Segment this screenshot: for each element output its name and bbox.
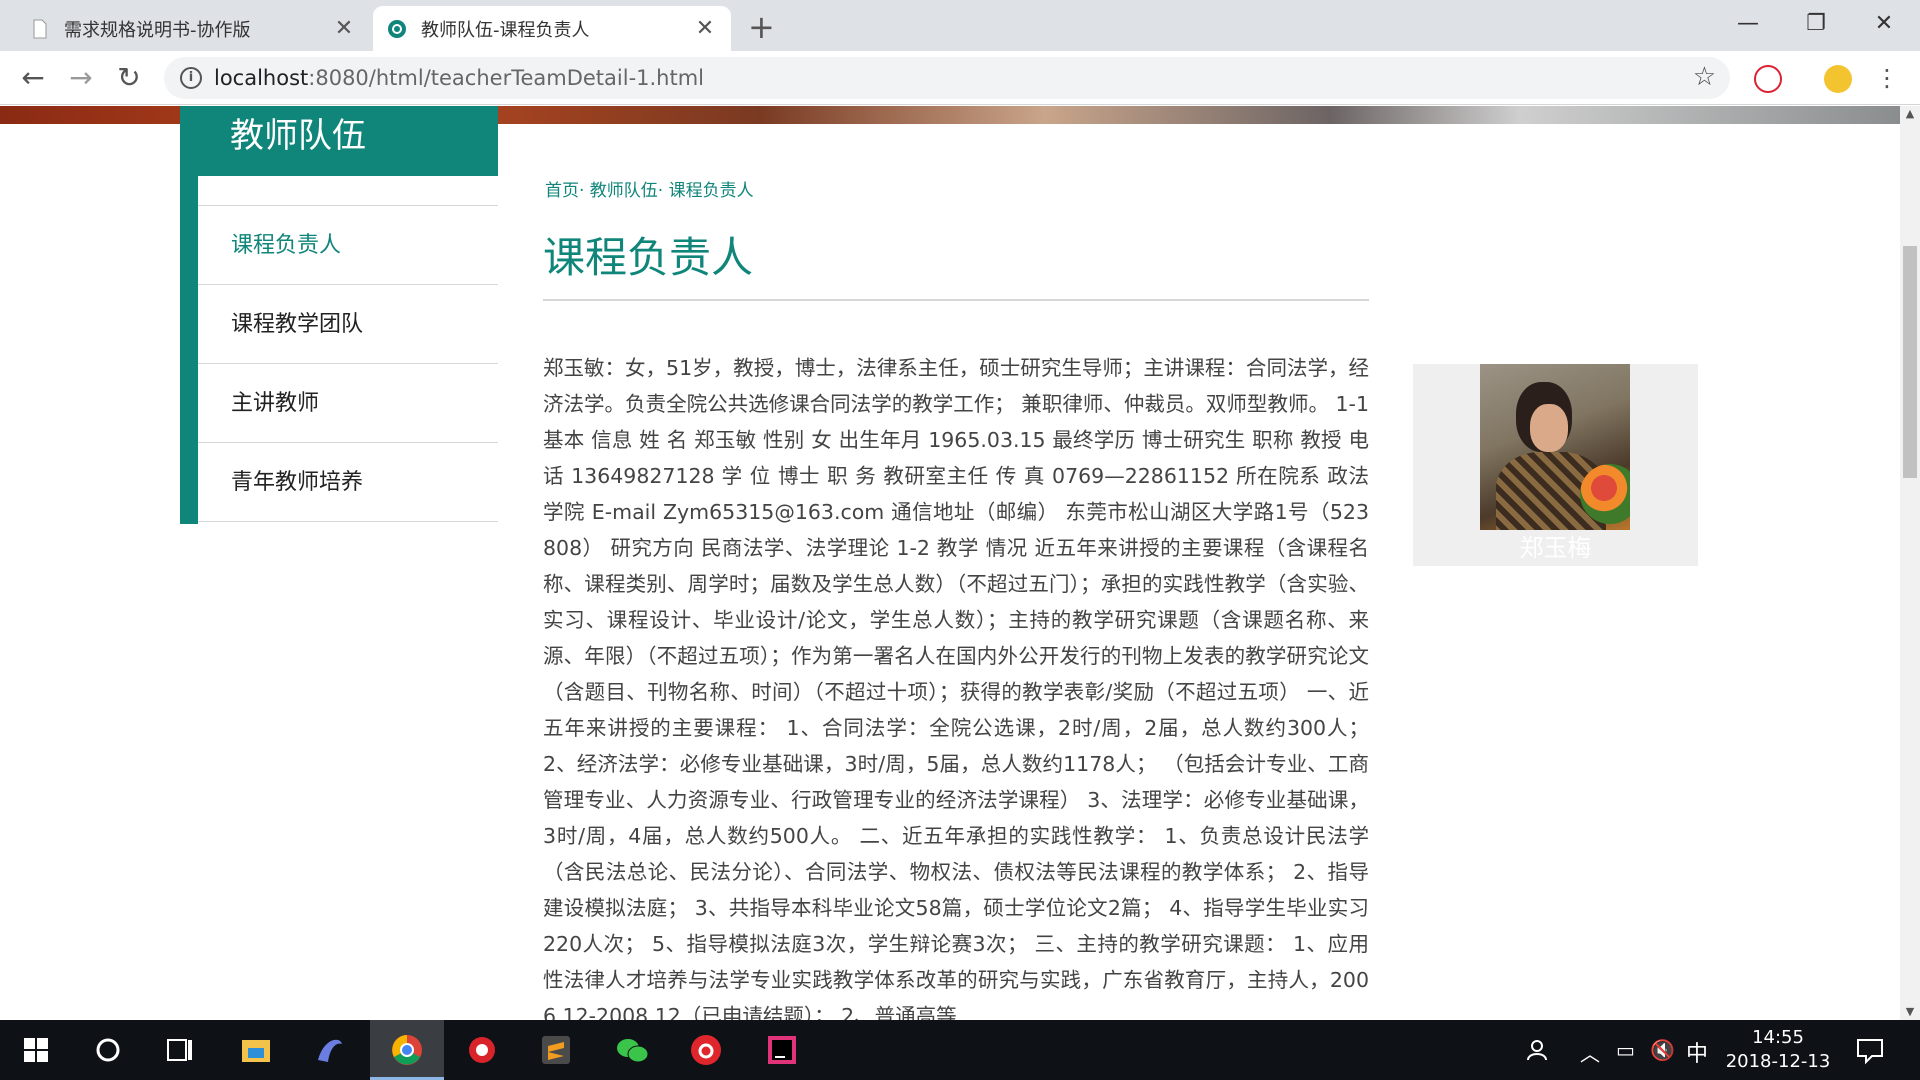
cortana-search-icon[interactable] [88, 1030, 128, 1070]
page-scrollbar[interactable]: ▲ ▼ [1900, 106, 1920, 1020]
breadcrumb[interactable]: 首页· 教师队伍· 课程负责人 [545, 176, 754, 201]
file-explorer-icon[interactable] [236, 1030, 276, 1070]
scrollbar-thumb[interactable] [1903, 246, 1917, 478]
teacher-photo-card: 郑玉梅 [1413, 364, 1698, 566]
sidebar: 教师队伍 课程负责人 课程教学团队 主讲教师 青年教师培养 [180, 106, 498, 524]
sidebar-item-lecturers[interactable]: 主讲教师 [198, 364, 498, 443]
page-viewport: 教师队伍 课程负责人 课程教学团队 主讲教师 青年教师培养 首页· 教师队伍· … [0, 106, 1900, 1020]
browser-tab-requirements[interactable]: 需求规格说明书-协作版 ✕ [16, 6, 370, 51]
people-icon[interactable] [1520, 1030, 1560, 1070]
close-tab-icon[interactable]: ✕ [693, 16, 717, 41]
chrome-icon[interactable] [387, 1030, 427, 1070]
sidebar-item-course-leader[interactable]: 课程负责人 [198, 206, 498, 285]
site-info-icon[interactable]: i [180, 67, 202, 89]
task-view-icon[interactable] [160, 1030, 200, 1070]
snail-app-icon[interactable] [462, 1030, 502, 1070]
show-hidden-icons-chevron-icon[interactable]: ︿ [1580, 1038, 1600, 1067]
menu-kebab-icon[interactable]: ⋮ [1868, 59, 1906, 97]
sidebar-item-young-teachers[interactable]: 青年教师培养 [198, 443, 498, 522]
address-bar[interactable]: i localhost:8080/html/teacherTeamDetail-… [164, 57, 1730, 99]
netease-music-icon[interactable] [686, 1030, 726, 1070]
site-favicon-icon [388, 19, 406, 38]
volume-muted-icon[interactable]: 🔇 [1650, 1038, 1675, 1062]
windows-taskbar: ︿ ▭ 🔇 中 14:55 2018-12-13 [0, 1020, 1920, 1080]
sidebar-item-teaching-team[interactable]: 课程教学团队 [198, 285, 498, 364]
browser-tab-strip: 需求规格说明书-协作版 ✕ 教师队伍-课程负责人 ✕ + — ❐ ✕ [0, 0, 1920, 51]
back-icon[interactable]: ← [14, 59, 52, 97]
close-window-icon[interactable]: ✕ [1854, 4, 1914, 44]
sublime-text-icon[interactable] [536, 1030, 576, 1070]
tab-title: 教师队伍-课程负责人 [421, 19, 590, 41]
profile-avatar-icon[interactable] [1824, 65, 1852, 93]
sidebar-menu: 课程负责人 课程教学团队 主讲教师 青年教师培养 [198, 176, 498, 522]
teacher-photo [1480, 364, 1630, 530]
teacher-name-caption: 郑玉梅 [1519, 534, 1592, 562]
dolphin-app-icon[interactable] [310, 1030, 350, 1070]
sidebar-heading: 教师队伍 [180, 106, 498, 176]
url-host: localhost [214, 66, 309, 90]
close-tab-icon[interactable]: ✕ [332, 16, 356, 41]
browser-tab-teacher[interactable]: 教师队伍-课程负责人 ✕ [373, 6, 731, 51]
url-text[interactable]: localhost:8080/html/teacherTeamDetail-1.… [214, 66, 704, 90]
minimize-icon[interactable]: — [1718, 4, 1778, 44]
clock-date: 2018-12-13 [1725, 1051, 1831, 1072]
wechat-icon[interactable] [612, 1030, 652, 1070]
intellij-idea-icon[interactable] [762, 1030, 802, 1070]
teacher-bio-text: 郑玉敏：女，51岁，教授，博士，法律系主任，硕士研究生导师；主讲课程：合同法学，… [543, 356, 1369, 1020]
forward-icon[interactable]: → [62, 59, 100, 97]
system-clock[interactable]: 14:55 2018-12-13 [1718, 1026, 1838, 1074]
scroll-down-icon[interactable]: ▼ [1900, 1004, 1920, 1020]
scroll-up-icon[interactable]: ▲ [1900, 106, 1920, 122]
document-icon [33, 19, 47, 38]
reload-icon[interactable]: ↻ [110, 59, 148, 97]
sidebar-accent-bar [180, 176, 198, 524]
battery-icon[interactable]: ▭ [1616, 1038, 1635, 1062]
bookmark-star-icon[interactable]: ☆ [1693, 62, 1716, 92]
action-center-icon[interactable] [1850, 1030, 1890, 1070]
title-divider [543, 299, 1369, 301]
windows-start-icon[interactable] [16, 1030, 56, 1070]
restore-icon[interactable]: ❐ [1786, 4, 1846, 44]
extension-video-icon[interactable] [1754, 65, 1782, 93]
browser-toolbar: ← → ↻ i localhost:8080/html/teacherTeamD… [0, 51, 1920, 105]
tab-title: 需求规格说明书-协作版 [64, 19, 251, 41]
clock-time: 14:55 [1752, 1027, 1804, 1048]
page-title: 课程负责人 [543, 233, 754, 282]
input-method-indicator[interactable]: 中 [1686, 1036, 1708, 1068]
new-tab-button[interactable]: + [748, 8, 775, 46]
sidebar-spacer [198, 176, 498, 206]
url-path: :8080/html/teacherTeamDetail-1.html [308, 66, 705, 90]
